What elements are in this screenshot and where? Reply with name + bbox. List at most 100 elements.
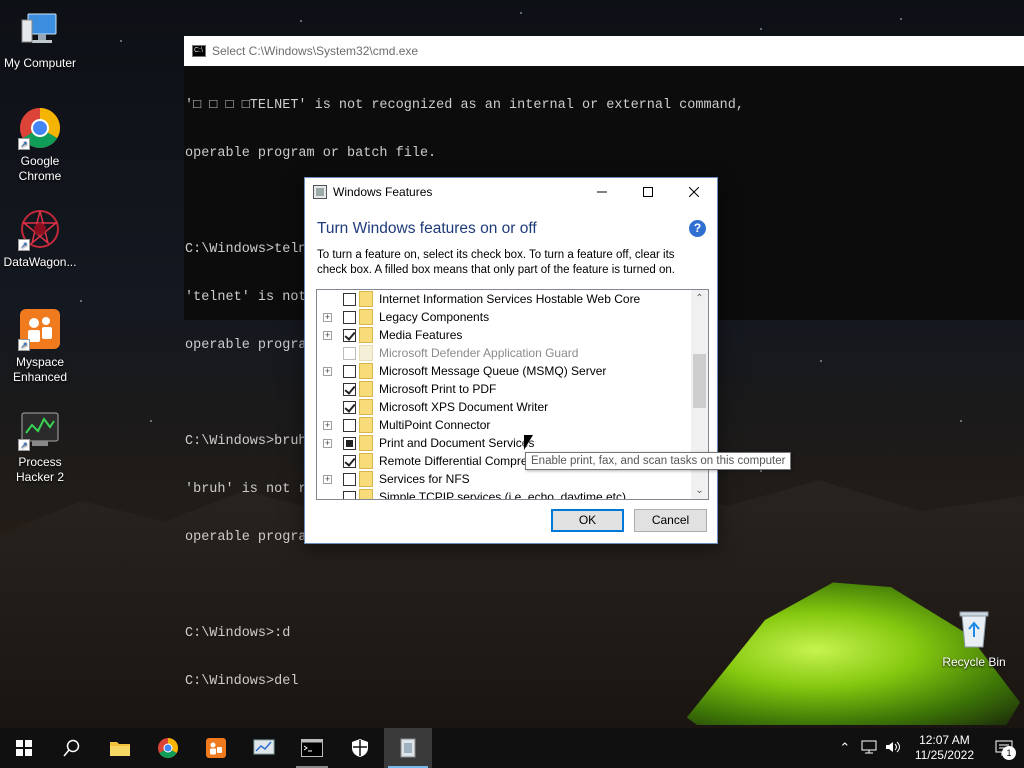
- shortcut-arrow-icon: ↗: [18, 339, 30, 351]
- feature-checkbox[interactable]: [343, 400, 356, 414]
- feature-row[interactable]: + Services for NFS: [317, 470, 708, 488]
- feature-checkbox[interactable]: [343, 490, 356, 499]
- folder-icon: [359, 489, 373, 499]
- feature-checkbox: [343, 346, 356, 360]
- desktop-icon-label: Myspace Enhanced: [12, 355, 68, 384]
- desktop-icon-google-chrome[interactable]: ↗ Google Chrome: [0, 106, 80, 184]
- action-center-button[interactable]: 1: [984, 728, 1024, 768]
- taskbar-chrome[interactable]: [144, 728, 192, 768]
- scroll-down-icon[interactable]: ⌄: [691, 482, 708, 499]
- feature-checkbox[interactable]: [343, 418, 356, 432]
- feature-row[interactable]: Microsoft Print to PDF: [317, 380, 708, 398]
- folder-icon: [359, 381, 373, 397]
- file-explorer-icon: [110, 742, 130, 756]
- start-button[interactable]: [0, 728, 48, 768]
- windows-features-icon: [400, 738, 416, 758]
- cancel-button[interactable]: Cancel: [634, 509, 707, 532]
- folder-icon: [359, 309, 373, 325]
- network-icon[interactable]: [857, 740, 881, 757]
- cmd-line: '□ □ □ □TELNET' is not recognized as an …: [185, 98, 744, 113]
- dialog-heading: Turn Windows features on or off: [317, 220, 537, 237]
- feature-checkbox[interactable]: [343, 310, 356, 324]
- taskbar-windows-features[interactable]: [384, 728, 432, 768]
- expand-icon[interactable]: +: [323, 330, 332, 340]
- folder-icon: [359, 363, 373, 379]
- expand-icon[interactable]: +: [323, 438, 332, 448]
- minimize-button[interactable]: [579, 178, 625, 206]
- folder-icon: [359, 471, 373, 487]
- feature-checkbox[interactable]: [343, 328, 356, 342]
- clock-time: 12:07 AM: [919, 733, 970, 747]
- clock-date: 11/25/2022: [914, 748, 974, 762]
- feature-checkbox[interactable]: [343, 292, 356, 306]
- feature-row[interactable]: + Media Features: [317, 326, 708, 344]
- folder-icon: [359, 453, 373, 469]
- taskbar-file-explorer[interactable]: [96, 728, 144, 768]
- desktop-icon-datawagon[interactable]: ↗ DataWagon...: [0, 207, 80, 270]
- taskbar-windows-security[interactable]: [336, 728, 384, 768]
- close-button[interactable]: [671, 178, 717, 206]
- feature-row[interactable]: + Legacy Components: [317, 308, 708, 326]
- feature-row[interactable]: + MultiPoint Connector: [317, 416, 708, 434]
- feature-checkbox[interactable]: [343, 382, 356, 396]
- expand-icon[interactable]: +: [323, 366, 332, 376]
- feature-checkbox[interactable]: [343, 454, 356, 468]
- expand-icon[interactable]: +: [323, 474, 332, 484]
- notification-count-badge: 1: [1002, 746, 1016, 760]
- computer-icon: [18, 8, 62, 52]
- windows-features-dialog[interactable]: Windows Features Turn Windows features o…: [304, 177, 718, 544]
- ok-button[interactable]: OK: [551, 509, 624, 532]
- feature-label: Simple TCPIP services (i.e. echo, daytim…: [379, 490, 626, 500]
- chrome-icon: [158, 738, 178, 758]
- feature-checkbox[interactable]: [343, 436, 356, 450]
- expand-icon[interactable]: +: [323, 312, 332, 322]
- feature-checkbox[interactable]: [343, 472, 356, 486]
- expand-icon[interactable]: +: [323, 420, 332, 430]
- volume-icon[interactable]: [881, 740, 905, 757]
- dialog-title-bar[interactable]: Windows Features: [305, 178, 717, 206]
- scrollbar-thumb[interactable]: [693, 354, 706, 408]
- maximize-button[interactable]: [625, 178, 671, 206]
- feature-label: Legacy Components: [379, 310, 490, 324]
- feature-row[interactable]: Microsoft Defender Application Guard: [317, 344, 708, 362]
- desktop-icon-label: DataWagon...: [3, 255, 77, 269]
- help-icon[interactable]: ?: [689, 220, 706, 237]
- desktop-icon-label: My Computer: [3, 56, 77, 70]
- taskbar-cmd[interactable]: [288, 728, 336, 768]
- feature-row[interactable]: + Microsoft Message Queue (MSMQ) Server: [317, 362, 708, 380]
- feature-checkbox[interactable]: [343, 364, 356, 378]
- folder-icon: [359, 291, 373, 307]
- feature-label: Microsoft Print to PDF: [379, 382, 497, 396]
- desktop-icon-myspace-enhanced[interactable]: ↗ Myspace Enhanced: [0, 307, 80, 385]
- scroll-up-icon[interactable]: ⌃: [691, 290, 708, 307]
- windows-security-icon: [352, 739, 368, 757]
- cmd-title-bar[interactable]: C:\ Select C:\Windows\System32\cmd.exe: [184, 36, 1024, 66]
- system-tray: ⌃ 12:07 AM 11/25/2022 1: [833, 728, 1024, 768]
- cmd-line: C:\Windows>del: [185, 674, 299, 689]
- folder-icon: [359, 435, 373, 451]
- feature-row[interactable]: Simple TCPIP services (i.e. echo, daytim…: [317, 488, 708, 500]
- feature-row[interactable]: Microsoft XPS Document Writer: [317, 398, 708, 416]
- taskbar-myspace[interactable]: [192, 728, 240, 768]
- taskbar-clock[interactable]: 12:07 AM 11/25/2022: [905, 733, 984, 763]
- taskbar-control-panel[interactable]: [240, 728, 288, 768]
- desktop-icon-my-computer[interactable]: My Computer: [0, 8, 80, 71]
- datawagon-icon: ↗: [18, 207, 62, 251]
- feature-tooltip: Enable print, fax, and scan tasks on thi…: [525, 452, 792, 470]
- cmd-line: operable program or batch file.: [185, 146, 437, 161]
- search-button[interactable]: [48, 728, 96, 768]
- desktop-icon-process-hacker[interactable]: ↗ Process Hacker 2: [0, 407, 80, 485]
- feature-label: Microsoft Message Queue (MSMQ) Server: [379, 364, 607, 378]
- chrome-icon: ↗: [18, 106, 62, 150]
- myspace-icon: [206, 738, 226, 758]
- folder-icon: [359, 327, 373, 343]
- feature-label: MultiPoint Connector: [379, 418, 491, 432]
- feature-row[interactable]: + Print and Document Services: [317, 434, 708, 452]
- folder-icon: [359, 399, 373, 415]
- feature-row[interactable]: Internet Information Services Hostable W…: [317, 290, 708, 308]
- process-hacker-icon: ↗: [18, 407, 62, 451]
- windows-start-icon: [16, 740, 32, 756]
- chevron-up-icon[interactable]: ⌃: [833, 740, 857, 756]
- feature-label: Remote Differential Compres: [379, 454, 534, 468]
- cmd-icon: [301, 739, 323, 757]
